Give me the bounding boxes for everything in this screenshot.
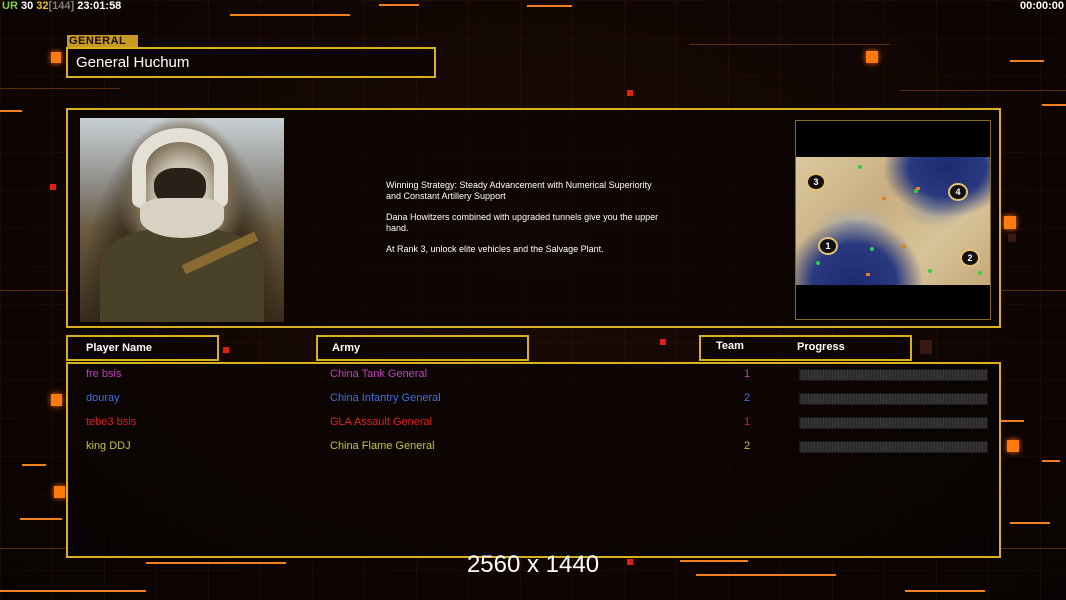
deco-square bbox=[54, 486, 65, 498]
resource-marker bbox=[928, 269, 932, 273]
player-name: douray bbox=[86, 392, 120, 404]
header-team-label: Team bbox=[716, 340, 744, 352]
status-ur: UR bbox=[2, 0, 18, 12]
player-name: tebe3 bsis bbox=[86, 416, 137, 428]
player-row: tebe3 bsis GLA Assault General 1 bbox=[68, 414, 999, 434]
deco-trace bbox=[0, 290, 66, 291]
spawn-marker-3[interactable]: 3 bbox=[806, 173, 826, 191]
deco-square bbox=[1004, 216, 1016, 229]
deco-line bbox=[0, 590, 146, 592]
header-player-label: Player Name bbox=[86, 342, 153, 354]
player-name: king DDJ bbox=[86, 440, 131, 452]
general-info-panel: Winning Strategy: Steady Advancement wit… bbox=[66, 108, 1001, 328]
deco-trace bbox=[0, 88, 120, 89]
header-team-progress: Team Progress bbox=[699, 335, 912, 361]
deco-square bbox=[51, 52, 61, 63]
deco-line bbox=[20, 518, 62, 520]
deco-line bbox=[22, 464, 46, 466]
status-value-2: 32 bbox=[36, 0, 49, 12]
deco-line bbox=[527, 5, 572, 7]
deco-line bbox=[0, 110, 22, 112]
general-tag: GENERAL bbox=[67, 35, 138, 47]
minimap[interactable]: 3 4 1 2 bbox=[795, 120, 991, 320]
deco-trace bbox=[900, 90, 1066, 91]
general-title-box: General Huchum bbox=[66, 47, 436, 78]
deco-line bbox=[230, 14, 350, 16]
deco-square bbox=[223, 347, 229, 353]
general-description: Winning Strategy: Steady Advancement wit… bbox=[386, 180, 726, 265]
player-list: fre bsis China Tank General 1 douray Chi… bbox=[66, 362, 1001, 558]
status-value-3: [144] bbox=[48, 0, 75, 12]
oil-marker bbox=[916, 187, 920, 190]
progress-bar bbox=[799, 393, 988, 405]
status-clock: 23:01:58 bbox=[77, 0, 122, 12]
deco-square bbox=[50, 184, 56, 190]
header-army-label: Army bbox=[332, 342, 361, 354]
general-name: General Huchum bbox=[76, 54, 190, 71]
deco-line bbox=[1010, 60, 1044, 62]
deco-square bbox=[866, 51, 878, 63]
deco-trace bbox=[0, 548, 66, 549]
description-line: At Rank 3, unlock elite vehicles and the… bbox=[386, 244, 604, 254]
header-progress-label: Progress bbox=[797, 341, 845, 353]
player-army: GLA Assault General bbox=[330, 416, 433, 428]
portrait-scarf bbox=[140, 198, 224, 238]
progress-bar bbox=[799, 369, 988, 381]
deco-square bbox=[51, 394, 62, 406]
description-line: Winning Strategy: Steady Advancement wit… bbox=[386, 180, 652, 201]
deco-square bbox=[1008, 234, 1016, 242]
deco-square bbox=[627, 90, 633, 96]
progress-bar bbox=[799, 417, 988, 429]
spawn-marker-2[interactable]: 2 bbox=[960, 249, 980, 267]
spawn-marker-1[interactable]: 1 bbox=[818, 237, 838, 255]
deco-line bbox=[1010, 522, 1050, 524]
player-army: China Flame General bbox=[330, 440, 435, 452]
deco-line bbox=[1042, 104, 1066, 106]
player-team: 2 bbox=[744, 440, 751, 452]
oil-marker bbox=[882, 197, 886, 200]
header-army: Army bbox=[316, 335, 529, 361]
deco-line bbox=[905, 590, 985, 592]
resource-marker bbox=[978, 271, 982, 275]
status-bar: UR 30 32[144] 23:01:58 bbox=[2, 0, 121, 12]
progress-bar bbox=[799, 441, 988, 453]
match-timer: 00:00:00 bbox=[1019, 0, 1064, 12]
status-value-1: 30 bbox=[20, 0, 34, 12]
oil-marker bbox=[902, 245, 906, 248]
player-team: 2 bbox=[744, 392, 751, 404]
player-row: king DDJ China Flame General 2 bbox=[68, 438, 999, 458]
player-name: fre bsis bbox=[86, 368, 122, 380]
player-team: 1 bbox=[744, 368, 751, 380]
deco-line bbox=[1000, 420, 1024, 422]
deco-square bbox=[660, 339, 666, 345]
player-row: fre bsis China Tank General 1 bbox=[68, 366, 999, 386]
player-team: 1 bbox=[744, 416, 751, 428]
header-player-name: Player Name bbox=[66, 335, 219, 361]
description-line: Dana Howitzers combined with upgraded tu… bbox=[386, 212, 659, 233]
oil-marker bbox=[866, 273, 870, 276]
general-portrait bbox=[80, 118, 284, 322]
resource-marker bbox=[870, 247, 874, 251]
deco-line bbox=[379, 4, 419, 6]
player-army: China Infantry General bbox=[330, 392, 441, 404]
spawn-marker-4[interactable]: 4 bbox=[948, 183, 968, 201]
minimap-terrain: 3 4 1 2 bbox=[796, 157, 990, 285]
player-army: China Tank General bbox=[330, 368, 428, 380]
deco-square bbox=[920, 340, 932, 354]
resource-marker bbox=[858, 165, 862, 169]
resource-marker bbox=[816, 261, 820, 265]
resolution-label: 2560 x 1440 bbox=[466, 551, 600, 578]
player-row: douray China Infantry General 2 bbox=[68, 390, 999, 410]
deco-line bbox=[1042, 460, 1060, 462]
deco-trace bbox=[1001, 290, 1066, 291]
deco-trace bbox=[1001, 548, 1066, 549]
deco-trace bbox=[690, 44, 890, 45]
deco-square bbox=[1007, 440, 1019, 452]
